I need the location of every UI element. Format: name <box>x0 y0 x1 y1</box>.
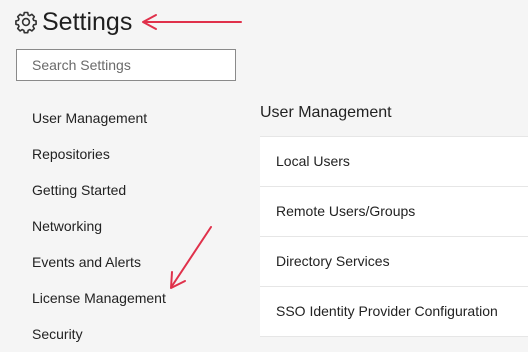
panel-item-local-users[interactable]: Local Users <box>260 137 528 187</box>
panel-title: User Management <box>260 104 392 121</box>
user-management-panel: Local Users Remote Users/Groups Director… <box>260 136 528 337</box>
panel-item-directory-services[interactable]: Directory Services <box>260 237 528 287</box>
annotation-arrow-settings <box>142 14 242 30</box>
sidebar-item-repositories[interactable]: Repositories <box>32 136 232 172</box>
panel-item-remote-users-groups[interactable]: Remote Users/Groups <box>260 187 528 237</box>
gear-icon <box>15 11 37 34</box>
sidebar-item-license-management[interactable]: License Management <box>32 280 232 316</box>
sidebar-item-events-and-alerts[interactable]: Events and Alerts <box>32 244 232 280</box>
settings-sidebar: User Management Repositories Getting Sta… <box>32 100 232 352</box>
page-header: Settings <box>14 7 132 37</box>
search-input[interactable] <box>16 49 236 81</box>
page-title: Settings <box>42 8 133 36</box>
sidebar-item-getting-started[interactable]: Getting Started <box>32 172 232 208</box>
sidebar-item-user-management[interactable]: User Management <box>32 100 232 136</box>
sidebar-item-networking[interactable]: Networking <box>32 208 232 244</box>
sidebar-item-security[interactable]: Security <box>32 316 232 352</box>
